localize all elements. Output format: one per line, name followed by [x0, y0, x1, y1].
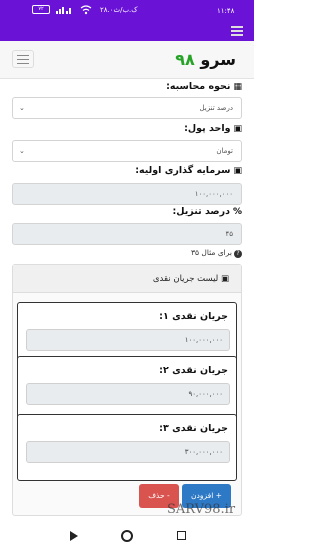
site-navbar: سرو ۹۸ [0, 41, 254, 79]
chevron-down-icon: ⌄ [19, 147, 25, 155]
money-icon: ▣ [233, 166, 242, 176]
cash-flow-item: جریان نقدی ۲: ۹۰,۰۰۰,۰۰۰ [17, 356, 237, 423]
cash-flow-item: جریان نقدی ۳: ۳۰۰,۰۰۰,۰۰۰ [17, 414, 237, 481]
currency-select[interactable]: تومان ⌄ [12, 140, 242, 162]
money-icon: ▣ [233, 124, 242, 134]
back-icon[interactable] [70, 531, 78, 541]
cash-flow-input[interactable]: ۳۰۰,۰۰۰,۰۰۰ [26, 441, 230, 463]
signal-icon [56, 7, 71, 14]
cash-flow-card-header: ▣ لیست جریان نقدی [13, 265, 241, 293]
wifi-icon [80, 5, 92, 15]
cash-flow-card: ▣ لیست جریان نقدی جریان نقدی ۱: ۱۰۰,۰۰۰,… [12, 264, 242, 516]
question-icon: ? [234, 250, 242, 258]
cash-flow-label: جریان نقدی ۳: [159, 423, 228, 434]
cash-flow-label: جریان نقدی ۱: [159, 311, 228, 322]
site-watermark: SARV98.ir [167, 502, 236, 517]
currency-label: ▣واحد پول: [184, 123, 242, 134]
cash-flow-title: ▣ لیست جریان نقدی [152, 274, 229, 284]
home-icon[interactable] [121, 530, 133, 542]
navbar-toggler-button[interactable] [12, 50, 34, 68]
brand-word: سرو [200, 50, 236, 69]
clock: ۱۱:۴۸ [217, 7, 235, 15]
system-navigation-bar [0, 521, 254, 550]
calculator-icon: ▦ [233, 82, 242, 92]
cash-flow-input[interactable]: ۱۰۰,۰۰۰,۰۰۰ [26, 329, 230, 351]
recent-apps-icon[interactable] [177, 531, 186, 540]
percent-icon: % [232, 207, 242, 217]
cash-flow-input[interactable]: ۹۰,۰۰۰,۰۰۰ [26, 383, 230, 405]
initial-investment-input[interactable]: ۱۰۰,۰۰۰,۰۰۰ [12, 183, 242, 205]
initial-investment-label: ▣سرمایه گذاری اولیه: [135, 165, 242, 176]
chevron-down-icon: ⌄ [19, 104, 25, 112]
discount-rate-hint: ?برای مثال ۳۵ [191, 248, 242, 258]
network-speed: ۲۸.۰ک.ب/ث [100, 6, 138, 14]
cash-flow-label: جریان نقدی ۲: [159, 365, 228, 376]
calc-method-select[interactable]: درصد تنزیل ⌄ [12, 97, 242, 119]
discount-rate-input[interactable]: ۴۵ [12, 223, 242, 245]
menu-icon[interactable] [231, 26, 243, 36]
discount-rate-label: %درصد تنزیل: [172, 206, 242, 217]
brand-number: ۹۸ [175, 50, 195, 69]
brand-logo[interactable]: سرو ۹۸ [175, 50, 236, 69]
calc-method-label: ▦نحوه محاسبه: [166, 81, 242, 92]
app-bar [0, 21, 254, 41]
battery-icon: ۷۲ [32, 5, 50, 14]
money-icon: ▣ [218, 274, 229, 284]
status-bar: ۷۲ ۲۸.۰ک.ب/ث ۱۱:۴۸ [0, 0, 254, 21]
